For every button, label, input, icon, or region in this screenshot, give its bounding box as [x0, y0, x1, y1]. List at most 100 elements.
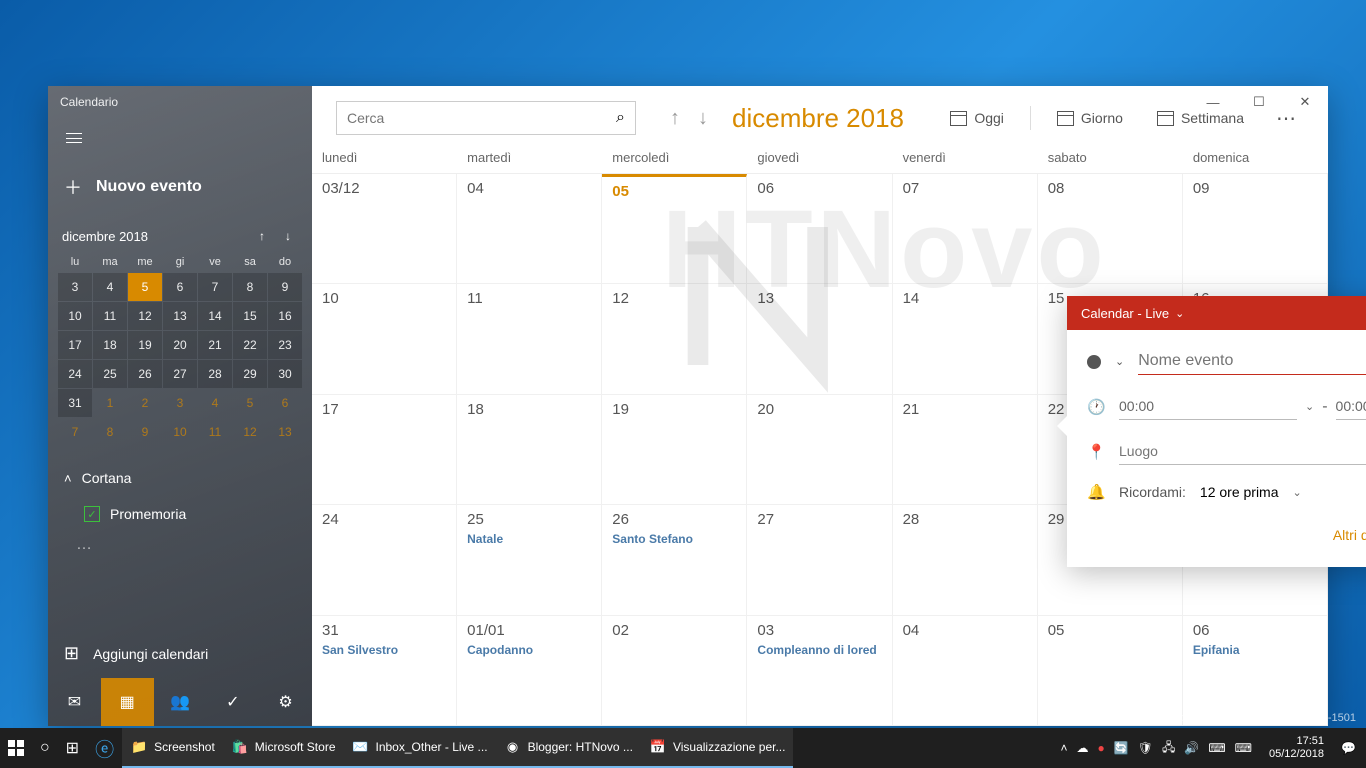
taskbar-task[interactable]: 📅Visualizzazione per...	[641, 728, 794, 768]
mini-day-cell[interactable]: 30	[268, 360, 302, 388]
mini-day-cell[interactable]: 12	[128, 302, 162, 330]
minimize-button[interactable]: —	[1190, 86, 1236, 118]
mini-day-cell[interactable]: 13	[268, 418, 302, 446]
action-center-icon[interactable]: 💬	[1341, 741, 1356, 755]
mini-day-cell[interactable]: 27	[163, 360, 197, 388]
calendar-cell[interactable]: 06	[747, 174, 892, 284]
tray-chevron-icon[interactable]: ˄	[1061, 741, 1068, 755]
calendar-cell[interactable]: 21	[893, 395, 1038, 505]
calendar-cell[interactable]: 27	[747, 505, 892, 615]
calendar-cell[interactable]: 03/12	[312, 174, 457, 284]
start-time-input[interactable]	[1119, 393, 1297, 420]
mini-day-cell[interactable]: 24	[58, 360, 92, 388]
mini-day-cell[interactable]: 15	[233, 302, 267, 330]
tray-keyboard-icon[interactable]: ⌨	[1235, 741, 1252, 755]
mini-day-cell[interactable]: 28	[198, 360, 232, 388]
end-time-input[interactable]	[1336, 393, 1366, 420]
mini-day-cell[interactable]: 14	[198, 302, 232, 330]
chevron-down-icon[interactable]: ⌄	[1305, 400, 1314, 413]
mini-day-cell[interactable]: 11	[93, 302, 127, 330]
mini-day-cell[interactable]: 4	[198, 389, 232, 417]
event-label[interactable]: Natale	[467, 532, 591, 546]
mini-cal-down[interactable]: ↓	[278, 226, 298, 246]
mini-day-cell[interactable]: 18	[93, 331, 127, 359]
mini-day-cell[interactable]: 5	[128, 273, 162, 301]
mini-day-cell[interactable]: 25	[93, 360, 127, 388]
settings-icon[interactable]: ⚙	[259, 678, 312, 726]
people-icon[interactable]: 👥	[154, 678, 207, 726]
mini-day-cell[interactable]: 2	[128, 389, 162, 417]
calendar-cell[interactable]: 11	[457, 284, 602, 394]
calendar-cell[interactable]: 19	[602, 395, 747, 505]
calendar-cell[interactable]: 13	[747, 284, 892, 394]
mini-day-cell[interactable]: 10	[163, 418, 197, 446]
day-view-button[interactable]: Giorno	[1049, 104, 1131, 132]
calendar-cell[interactable]: 04	[893, 616, 1038, 726]
calendar-cell[interactable]: 05	[602, 174, 747, 284]
tray-sync-icon[interactable]: 🔄	[1114, 741, 1129, 755]
maximize-button[interactable]: ☐	[1236, 86, 1282, 118]
mini-day-cell[interactable]: 21	[198, 331, 232, 359]
calendar-icon[interactable]: ▦	[101, 678, 154, 726]
taskbar-task[interactable]: ◉Blogger: HTNovo ...	[496, 728, 641, 768]
taskbar-task[interactable]: ✉️Inbox_Other - Live ...	[344, 728, 496, 768]
mini-day-cell[interactable]: 6	[268, 389, 302, 417]
task-view-button[interactable]: ⊞	[58, 728, 87, 768]
hamburger-button[interactable]	[54, 118, 94, 158]
popup-header[interactable]: Calendar - Live ⌄ ✕	[1067, 296, 1366, 330]
chevron-down-icon[interactable]: ⌄	[1115, 355, 1124, 368]
calendar-cell[interactable]: 12	[602, 284, 747, 394]
mini-day-cell[interactable]: 9	[268, 273, 302, 301]
add-calendars-button[interactable]: ⊞ Aggiungi calendari	[48, 629, 312, 678]
mini-day-cell[interactable]: 11	[198, 418, 232, 446]
location-input[interactable]	[1119, 438, 1366, 465]
mail-icon[interactable]: ✉	[48, 678, 101, 726]
mini-day-cell[interactable]: 7	[198, 273, 232, 301]
mini-day-cell[interactable]: 31	[58, 389, 92, 417]
event-label[interactable]: Capodanno	[467, 643, 591, 657]
mini-day-cell[interactable]: 20	[163, 331, 197, 359]
mini-day-cell[interactable]: 23	[268, 331, 302, 359]
calendar-cell[interactable]: 31San Silvestro	[312, 616, 457, 726]
mini-day-cell[interactable]: 17	[58, 331, 92, 359]
calendar-color-icon[interactable]	[1087, 355, 1101, 369]
new-event-button[interactable]: ＋ Nuovo evento	[48, 162, 312, 212]
search-box[interactable]: ⌕	[336, 101, 636, 135]
taskbar-clock[interactable]: 17:51 05/12/2018	[1261, 735, 1332, 761]
todo-icon[interactable]: ✓	[206, 678, 259, 726]
calendar-cell[interactable]: 04	[457, 174, 602, 284]
calendar-cell[interactable]: 06Epifania	[1183, 616, 1328, 726]
mini-day-cell[interactable]: 22	[233, 331, 267, 359]
mini-day-cell[interactable]: 6	[163, 273, 197, 301]
tray-volume-icon[interactable]: 🔊	[1184, 741, 1199, 755]
month-title[interactable]: dicembre 2018	[732, 103, 904, 134]
start-button[interactable]	[0, 728, 32, 768]
mini-day-cell[interactable]: 9	[128, 418, 162, 446]
reminder-select[interactable]: 12 ore prima	[1200, 484, 1279, 500]
calendar-cell[interactable]: 17	[312, 395, 457, 505]
next-period-button[interactable]: ↓	[692, 103, 714, 134]
mini-day-cell[interactable]: 16	[268, 302, 302, 330]
calendar-cell[interactable]: 28	[893, 505, 1038, 615]
mini-day-cell[interactable]: 13	[163, 302, 197, 330]
calendar-cell[interactable]: 14	[893, 284, 1038, 394]
tray-wifi-icon[interactable]: ●	[1098, 741, 1105, 755]
calendar-cell[interactable]: 05	[1038, 616, 1183, 726]
cortana-section[interactable]: ˄ Cortana	[48, 458, 312, 498]
calendar-cell[interactable]: 01/01Capodanno	[457, 616, 602, 726]
calendar-cell[interactable]: 18	[457, 395, 602, 505]
mini-day-cell[interactable]: 8	[233, 273, 267, 301]
close-button[interactable]: ✕	[1282, 86, 1328, 118]
mini-day-cell[interactable]: 26	[128, 360, 162, 388]
calendar-cell[interactable]: 26Santo Stefano	[602, 505, 747, 615]
mini-day-cell[interactable]: 4	[93, 273, 127, 301]
calendar-cell[interactable]: 02	[602, 616, 747, 726]
event-label[interactable]: Compleanno di lored	[757, 643, 881, 657]
more-details-link[interactable]: Altri dettagli	[1333, 527, 1366, 543]
calendar-cell[interactable]: 10	[312, 284, 457, 394]
calendar-cell[interactable]: 03Compleanno di lored	[747, 616, 892, 726]
calendar-cell[interactable]: 20	[747, 395, 892, 505]
reminder-checkbox-row[interactable]: ✓ Promemoria	[48, 498, 312, 530]
tray-onedrive-icon[interactable]: ☁	[1077, 741, 1089, 755]
event-label[interactable]: Epifania	[1193, 643, 1317, 657]
